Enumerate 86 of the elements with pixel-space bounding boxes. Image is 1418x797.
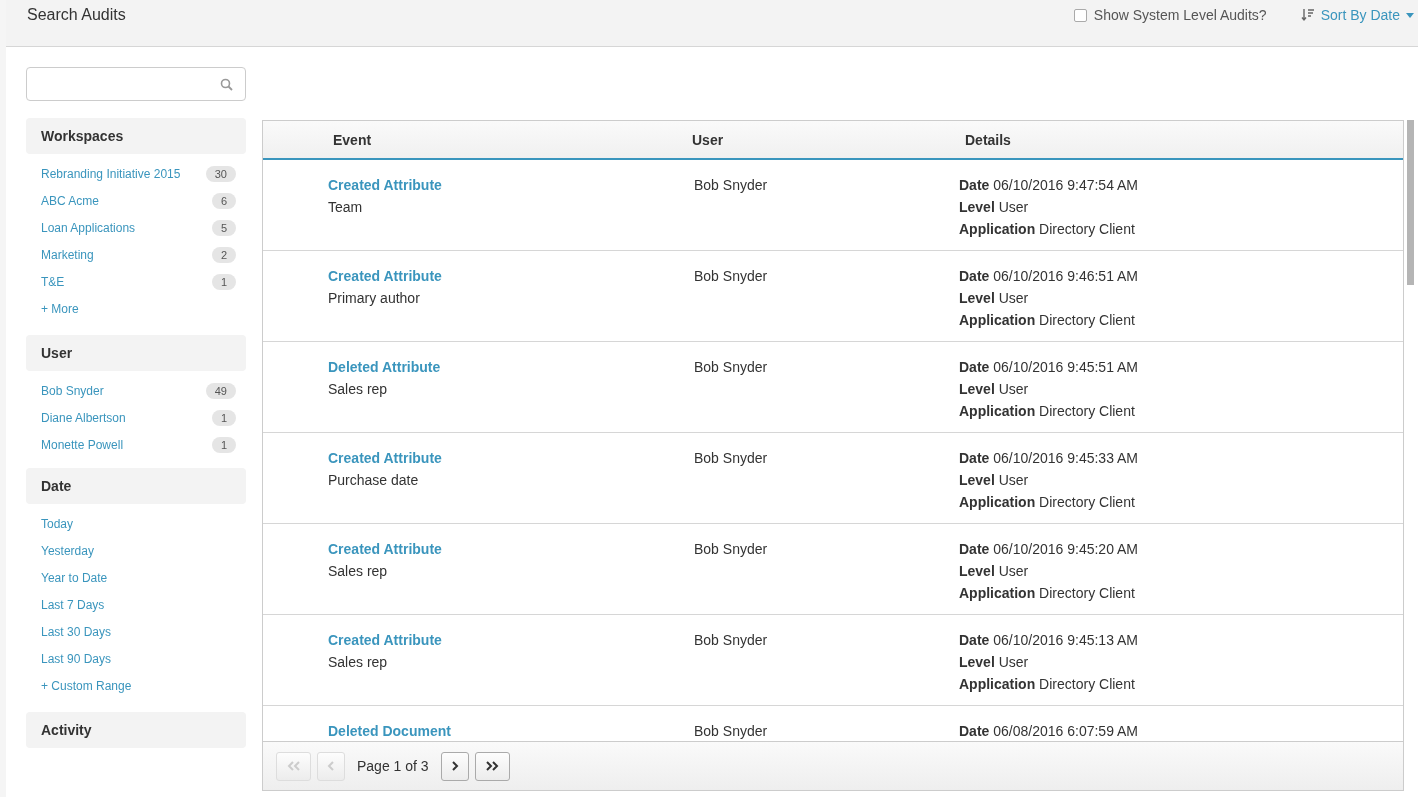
event-target: Team [328,198,364,217]
detail-line: Date 06/10/2016 9:45:13 AM [959,631,1140,650]
detail-line: Level User [959,562,1030,581]
section-header: Workspaces [26,118,246,154]
event-link[interactable]: Created Attribute [328,174,442,196]
detail-line: Date 06/10/2016 9:45:33 AM [959,449,1140,468]
event-target: Sales rep [328,653,389,672]
count-badge: 49 [205,382,236,399]
detail-line: Application Directory Client [959,675,1136,694]
user-name: Bob Snyder [694,177,768,193]
filter-link[interactable]: Last 30 Days [41,624,112,639]
page-indicator: Page 1 of 3 [357,758,429,774]
detail-line: Application Directory Client [959,220,1136,239]
detail-line: Date 06/10/2016 9:47:54 AM [959,176,1140,195]
count-badge: 6 [211,192,236,209]
checkbox[interactable] [1073,8,1087,22]
search-icon [220,77,233,91]
detail-line: Application Directory Client [959,402,1136,421]
detail-line: Application Directory Client [959,493,1136,512]
more-link[interactable]: + Custom Range [26,672,246,702]
filter-link[interactable]: Yesterday [41,543,94,558]
event-link[interactable]: Deleted Document [328,720,451,741]
section-header: Date [26,468,246,504]
column-header: User [691,131,725,148]
event-link[interactable]: Created Attribute [328,265,442,287]
detail-line: Level User [959,380,1030,399]
user-name: Bob Snyder [694,450,768,466]
detail-line: Level User [959,471,1030,490]
filter-link[interactable]: Diane Albertson [41,410,126,425]
event-target: Sales rep [328,380,389,399]
user-name: Bob Snyder [694,268,768,284]
filter-link[interactable]: Last 7 Days [41,597,105,612]
chevron-left-icon [327,761,335,771]
count-badge: 1 [211,436,236,453]
filter-link[interactable]: Rebranding Initiative 2015 [41,166,181,181]
chevron-right-icon [450,761,459,771]
filter-link[interactable]: Bob Snyder [41,383,104,398]
filter-link[interactable]: ABC Acme [41,193,100,208]
detail-line: Application Directory Client [959,311,1136,330]
detail-line: Date 06/10/2016 9:46:51 AM [959,267,1140,286]
filter-link[interactable]: T&E [41,274,65,289]
event-target: Sales rep [328,562,389,581]
caret-icon [1406,12,1414,18]
user-name: Bob Snyder [694,723,768,739]
detail-line: Application Directory Client [959,584,1136,603]
count-badge: 1 [211,273,236,290]
detail-line: Level User [959,289,1030,308]
event-target: Purchase date [328,471,420,490]
count-badge: 2 [211,246,236,263]
detail-line: Date 06/10/2016 9:45:20 AM [959,540,1140,559]
filter-link[interactable]: Year to Date [41,570,108,585]
checkbox-label: Show System Level Audits? [1093,7,1267,23]
section-header: Activity [26,712,246,748]
double-chevron-left-icon [286,761,301,771]
column-header: Details [964,131,1012,148]
sort-dropdown[interactable]: Sort By Date [1300,7,1418,23]
count-badge: 5 [211,219,236,236]
count-badge: 1 [211,409,236,426]
search-field[interactable] [26,67,246,101]
page-title: Search Audits [27,6,126,24]
filter-link[interactable]: Today [41,516,74,531]
column-header: Event [332,131,373,148]
user-name: Bob Snyder [694,359,768,375]
event-link[interactable]: Created Attribute [328,629,442,651]
detail-line: Level User [959,198,1030,217]
detail-line: Level User [959,653,1030,672]
detail-line: Date 06/08/2016 6:07:59 AM [959,722,1140,741]
event-link[interactable]: Created Attribute [328,447,442,469]
filter-link[interactable]: Monette Powell [41,437,124,452]
double-chevron-right-icon [485,761,500,771]
event-link[interactable]: Deleted Attribute [328,356,441,378]
section-header: User [26,335,246,371]
more-link[interactable]: + More [26,295,246,325]
filter-link[interactable]: Last 90 Days [41,651,112,666]
user-name: Bob Snyder [694,632,768,648]
filter-link[interactable]: Marketing [41,247,94,262]
next-page-button[interactable] [440,751,469,781]
scrollbar[interactable] [1407,120,1414,285]
detail-line: Date 06/10/2016 9:45:51 AM [959,358,1140,377]
filter-link[interactable]: Loan Applications [41,220,136,235]
count-badge: 30 [205,165,236,182]
last-page-button[interactable] [474,751,510,781]
event-target: Primary author [328,289,421,308]
event-link[interactable]: Created Attribute [328,538,442,560]
user-name: Bob Snyder [694,541,768,557]
sort-icon [1300,8,1315,22]
